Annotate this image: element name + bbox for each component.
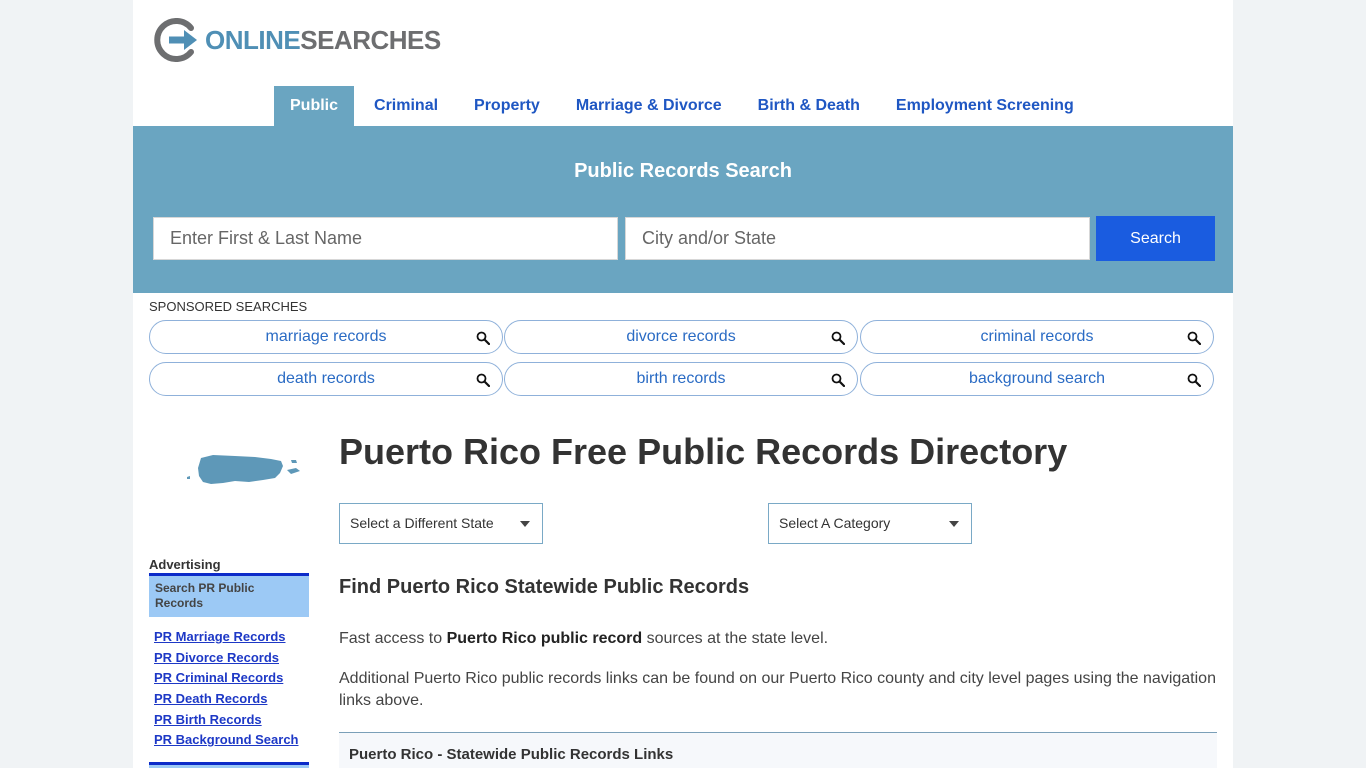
intro-text-bold: Puerto Rico public record: [446, 630, 643, 647]
sponsored-label: SPONSORED SEARCHES: [149, 299, 308, 314]
name-input[interactable]: [153, 217, 618, 260]
sidebar-link-background-search[interactable]: PR Background Search: [154, 731, 299, 752]
nav-item-birth-death[interactable]: Birth & Death: [742, 86, 876, 126]
sidebar-link-criminal-records[interactable]: PR Criminal Records: [154, 669, 299, 690]
sponsored-pill-divorce-records[interactable]: divorce records: [504, 320, 858, 354]
search-band: Public Records Search Search: [133, 126, 1233, 293]
search-icon: [831, 373, 845, 387]
nav-item-employment-screening[interactable]: Employment Screening: [880, 86, 1090, 126]
page-title: Puerto Rico Free Public Records Director…: [339, 431, 1068, 472]
sponsored-pill-label: marriage records: [265, 328, 387, 345]
advertising-box: Search PR Public Records: [149, 573, 309, 617]
search-icon: [831, 331, 845, 345]
intro-text-start: Fast access to: [339, 630, 447, 647]
nav-item-property[interactable]: Property: [458, 86, 556, 126]
sponsored-pill-label: birth records: [636, 370, 726, 387]
sidebar-links: PR Marriage Records PR Divorce Records P…: [154, 628, 299, 752]
sponsored-pill-label: divorce records: [626, 328, 736, 345]
main-nav: Public Criminal Property Marriage & Divo…: [274, 86, 1094, 126]
sponsored-pill-death-records[interactable]: death records: [149, 362, 503, 396]
category-select[interactable]: Select A Category: [768, 503, 972, 544]
search-icon: [476, 373, 490, 387]
search-icon: [1187, 331, 1201, 345]
sidebar-link-birth-records[interactable]: PR Birth Records: [154, 711, 299, 732]
chevron-down-icon: [949, 521, 959, 527]
section-title: Find Puerto Rico Statewide Public Record…: [339, 576, 750, 598]
page-container: ONLINESEARCHES Public Criminal Property …: [133, 0, 1233, 768]
sponsored-pill-label: death records: [277, 370, 375, 387]
sponsored-pill-label: background search: [968, 370, 1106, 387]
statewide-links-table-header: Puerto Rico - Statewide Public Records L…: [339, 732, 1217, 768]
sponsored-pill-label: criminal records: [980, 328, 1094, 345]
additional-paragraph: Additional Puerto Rico public records li…: [339, 670, 1216, 709]
logo-text-online: ONLINE: [205, 25, 301, 55]
state-select[interactable]: Select a Different State: [339, 503, 543, 544]
sidebar-link-divorce-records[interactable]: PR Divorce Records: [154, 649, 299, 670]
sponsored-pill-criminal-records[interactable]: criminal records: [860, 320, 1214, 354]
logo-text: ONLINESEARCHES: [205, 27, 441, 53]
sponsored-pill-marriage-records[interactable]: marriage records: [149, 320, 503, 354]
nav-item-marriage-divorce[interactable]: Marriage & Divorce: [560, 86, 738, 126]
sidebar-link-death-records[interactable]: PR Death Records: [154, 690, 299, 711]
state-select-value: Select a Different State: [350, 515, 494, 531]
site-logo[interactable]: ONLINESEARCHES: [153, 18, 441, 62]
city-state-input[interactable]: [625, 217, 1090, 260]
intro-paragraph: Fast access to Puerto Rico public record…: [339, 630, 828, 648]
search-title: Public Records Search: [574, 160, 792, 182]
search-button[interactable]: Search: [1096, 216, 1215, 261]
sidebar-link-marriage-records[interactable]: PR Marriage Records: [154, 628, 299, 649]
advertising-label: Advertising: [149, 557, 221, 572]
chevron-down-icon: [520, 521, 530, 527]
nav-item-criminal[interactable]: Criminal: [358, 86, 454, 126]
sponsored-pill-background-search[interactable]: background search: [860, 362, 1214, 396]
search-icon: [1187, 373, 1201, 387]
logo-text-searches: SEARCHES: [300, 25, 441, 55]
search-icon: [476, 331, 490, 345]
category-select-value: Select A Category: [779, 515, 891, 531]
logo-mark-icon: [154, 18, 197, 62]
puerto-rico-map-icon: [187, 455, 300, 484]
advertising-box-bottom: [149, 762, 309, 768]
sponsored-pill-birth-records[interactable]: birth records: [504, 362, 858, 396]
nav-item-public[interactable]: Public: [274, 86, 355, 126]
intro-text-end: sources at the state level.: [642, 630, 829, 647]
